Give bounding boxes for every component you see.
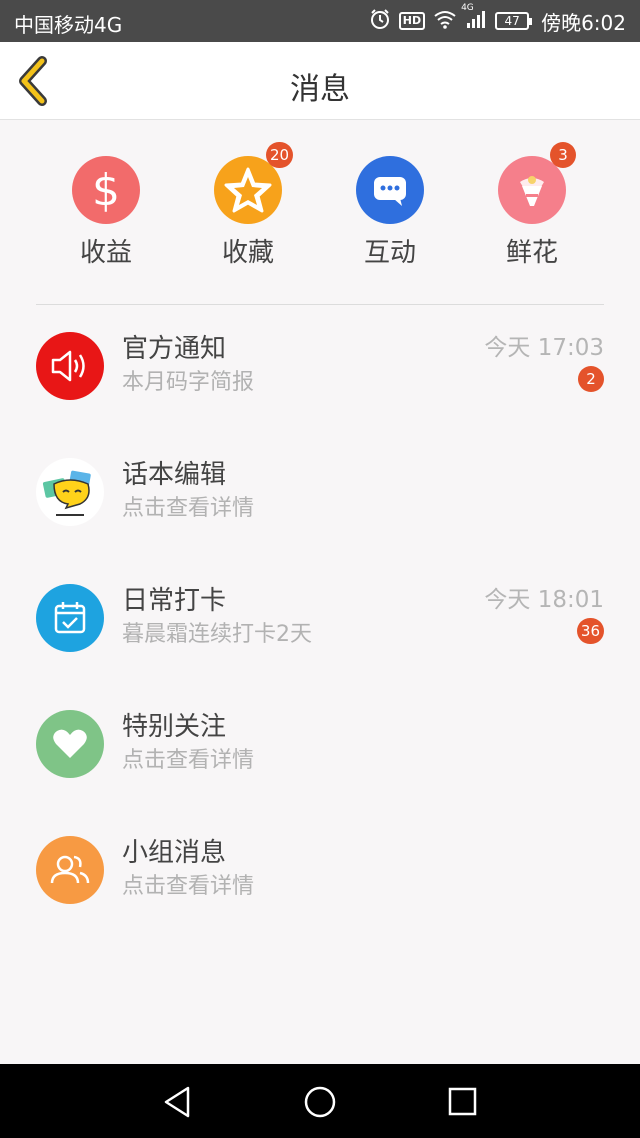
editor-avatar-icon — [36, 458, 104, 526]
square-recent-icon — [442, 1087, 482, 1124]
favorites-badge: 20 — [266, 142, 294, 168]
quick-action-interaction[interactable]: 互动 — [330, 156, 450, 286]
page-title: 消息 — [290, 72, 350, 107]
nav-back-button[interactable] — [158, 1084, 198, 1120]
app-header: 消息 — [0, 42, 640, 120]
group-icon — [36, 836, 104, 904]
message-time: 今天 18:01 — [484, 587, 604, 613]
quick-action-label: 收藏 — [221, 238, 274, 268]
chat-bubble-icon — [356, 156, 424, 224]
message-title: 小组消息 — [122, 838, 227, 868]
speaker-icon — [36, 332, 104, 400]
message-subtitle: 点击查看详情 — [122, 496, 255, 521]
nav-home-button[interactable] — [300, 1084, 340, 1120]
signal-icon: 4G — [461, 3, 487, 34]
message-item-group[interactable]: 小组消息 点击查看详情 — [0, 824, 640, 934]
quick-action-earnings[interactable]: $ 收益 — [46, 156, 166, 286]
message-title: 特别关注 — [122, 712, 227, 742]
message-title: 话本编辑 — [122, 460, 227, 490]
unread-badge: 2 — [578, 366, 604, 392]
heart-icon — [36, 710, 104, 778]
nav-recent-button[interactable] — [442, 1084, 482, 1120]
message-subtitle: 点击查看详情 — [122, 748, 255, 773]
carrier-label: 中国移动4G — [14, 13, 123, 37]
system-nav-bar — [0, 1064, 640, 1138]
message-subtitle: 暮晨霜连续打卡2天 — [122, 622, 312, 647]
quick-action-favorites[interactable]: 20 收藏 — [188, 142, 308, 286]
divider — [36, 304, 604, 305]
unread-badge: 36 — [576, 618, 604, 644]
quick-action-label: 互动 — [363, 238, 416, 268]
message-subtitle: 点击查看详情 — [122, 874, 255, 899]
message-item-following[interactable]: 特别关注 点击查看详情 — [0, 698, 640, 808]
quick-action-label: 收益 — [79, 238, 132, 268]
message-item-editor[interactable]: 话本编辑 点击查看详情 — [0, 446, 640, 556]
svg-text:$: $ — [92, 165, 120, 216]
hd-icon: HD — [398, 12, 426, 30]
alarm-icon — [369, 8, 391, 35]
wifi-icon — [433, 9, 457, 34]
network-type-label: 4G — [461, 2, 474, 13]
status-bar: 中国移动4G HD 4G 47 傍晚6:02 — [0, 0, 640, 42]
quick-action-flowers[interactable]: 3 鲜花 — [472, 142, 592, 286]
calendar-check-icon — [36, 584, 104, 652]
battery-icon: 47 — [495, 12, 533, 30]
message-time: 今天 17:03 — [484, 335, 604, 361]
message-item-official[interactable]: 官方通知 本月码字简报 今天 17:03 2 — [0, 320, 640, 430]
message-subtitle: 本月码字简报 — [122, 370, 255, 395]
triangle-back-icon — [158, 1086, 198, 1124]
flowers-badge: 3 — [550, 142, 576, 168]
message-item-checkin[interactable]: 日常打卡 暮晨霜连续打卡2天 今天 18:01 36 — [0, 572, 640, 682]
quick-action-label: 鲜花 — [505, 238, 558, 268]
dollar-icon: $ — [72, 156, 140, 224]
circle-home-icon — [300, 1086, 340, 1124]
clock-label: 傍晚6:02 — [541, 10, 626, 35]
message-title: 官方通知 — [122, 334, 227, 364]
quick-actions: $ 收益 20 收藏 互动 3 鲜花 — [0, 120, 640, 304]
message-title: 日常打卡 — [122, 586, 227, 616]
